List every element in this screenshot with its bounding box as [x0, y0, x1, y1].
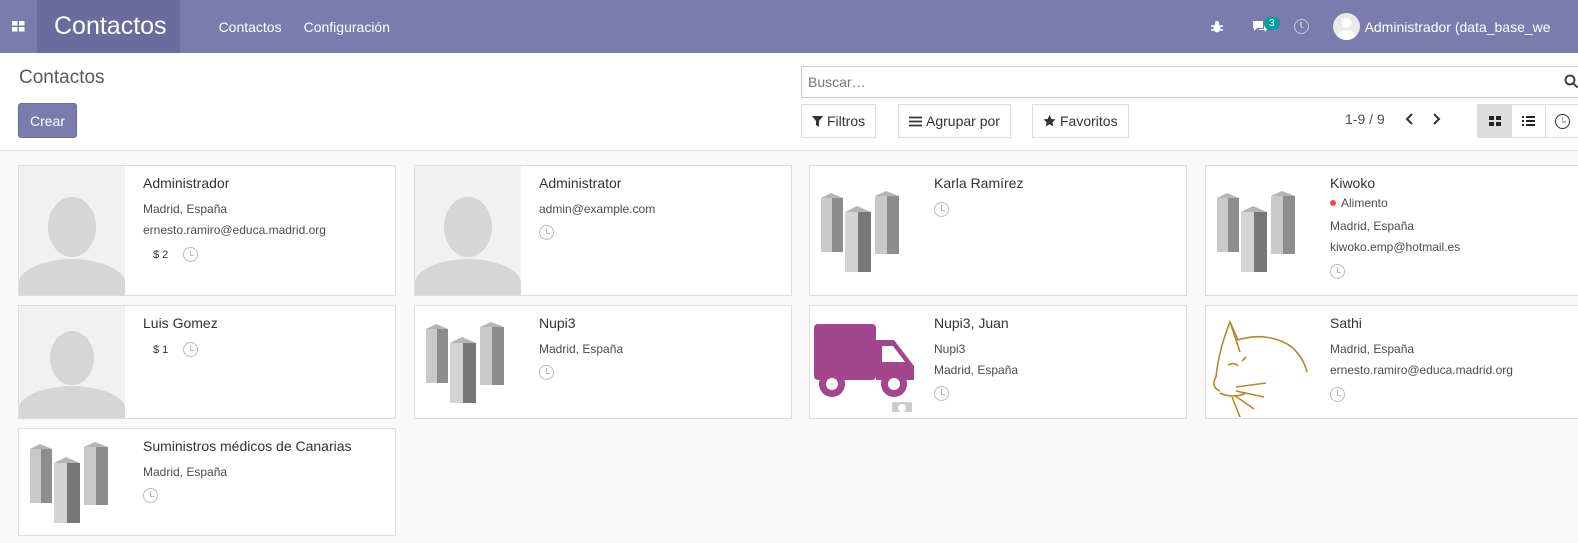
bug-icon[interactable]	[1210, 20, 1224, 34]
contact-location: Madrid, España	[539, 342, 624, 356]
clock-icon	[1555, 113, 1570, 129]
messages-badge: 3	[1264, 17, 1280, 30]
user-name: Administrador (data_base_we	[1364, 18, 1551, 35]
person-placeholder-image	[415, 166, 521, 295]
user-menu[interactable]: Administrador (data_base_we	[1332, 13, 1551, 40]
activity-clock-icon[interactable]	[143, 488, 158, 503]
sales-count-badge[interactable]: $ 1	[153, 344, 168, 356]
main-navbar: Contactos Contactos Configuración 3 Admi…	[0, 0, 1578, 53]
company-buildings-image	[810, 166, 916, 295]
activity-clock-icon[interactable]	[1293, 19, 1309, 34]
person-placeholder-image	[19, 306, 125, 418]
activity-clock-icon[interactable]	[183, 342, 199, 357]
kanban-card[interactable]: Kiwoko Alimento Madrid, España kiwoko.em…	[1205, 165, 1578, 296]
contact-location: Madrid, España	[1330, 219, 1415, 233]
kanban-icon	[1488, 116, 1501, 126]
groupby-label: Agrupar por	[926, 113, 1000, 129]
company-buildings-image	[1206, 166, 1312, 295]
contact-name: Luis Gomez	[143, 315, 218, 331]
search-input[interactable]: Buscar…	[801, 66, 1578, 98]
search-icon[interactable]	[1564, 74, 1578, 88]
list-view-button[interactable]	[1511, 104, 1546, 138]
star-icon	[1043, 115, 1056, 127]
tag-label: Alimento	[1341, 196, 1388, 210]
filters-button[interactable]: Filtros	[801, 104, 877, 138]
kanban-card[interactable]: Luis Gomez $ 1	[18, 305, 396, 419]
contact-email: ernesto.ramiro@educa.madrid.org	[143, 223, 326, 237]
contact-name: Suministros médicos de Canarias	[143, 438, 352, 454]
kanban-card[interactable]: Sathi Madrid, España ernesto.ramiro@educ…	[1205, 305, 1578, 419]
contact-name: Nupi3	[539, 315, 576, 331]
contact-email: admin@example.com	[539, 202, 656, 216]
grid-icon	[12, 21, 25, 32]
search-placeholder: Buscar…	[808, 74, 866, 90]
favorites-label: Favoritos	[1060, 113, 1118, 129]
kanban-card[interactable]: Administrator admin@example.com	[414, 165, 792, 296]
contact-name: Administrador	[143, 175, 230, 191]
contact-name: Administrator	[539, 175, 622, 191]
truck-logo-image	[810, 306, 916, 418]
create-button[interactable]: Crear	[18, 103, 77, 138]
activity-view-button[interactable]	[1545, 104, 1578, 138]
systray: 3 Administrador (data_base_we	[1210, 0, 1551, 53]
kanban-card[interactable]: Suministros médicos de Canarias Madrid, …	[18, 428, 396, 536]
contact-name: Kiwoko	[1330, 175, 1376, 191]
breadcrumb: Contactos	[19, 67, 105, 88]
filters-label: Filtros	[827, 113, 866, 129]
chevron-right-icon[interactable]	[1431, 112, 1441, 126]
activity-clock-icon[interactable]	[539, 365, 554, 380]
avatar	[1332, 13, 1360, 40]
top-menu: Contactos Configuración	[219, 19, 412, 35]
activity-clock-icon[interactable]	[934, 386, 949, 401]
activity-clock-icon[interactable]	[183, 247, 199, 262]
contact-location: Madrid, España	[143, 202, 228, 216]
bars-icon	[909, 116, 922, 126]
contact-name: Sathi	[1330, 315, 1362, 331]
activity-clock-icon[interactable]	[934, 202, 949, 217]
company-buildings-image	[19, 429, 125, 535]
cat-drawing-image	[1206, 306, 1312, 418]
contact-location: Madrid, España	[1330, 342, 1415, 356]
category-tag: Alimento	[1330, 196, 1578, 210]
sales-count-badge[interactable]: $ 2	[153, 249, 168, 261]
app-brand[interactable]: Contactos	[37, 0, 180, 53]
company-buildings-image	[415, 306, 521, 418]
messaging-menu[interactable]: 3	[1252, 17, 1280, 34]
activity-clock-icon[interactable]	[1330, 387, 1345, 402]
contact-name: Karla Ramírez	[934, 175, 1024, 191]
menu-item-contactos[interactable]: Contactos	[219, 19, 282, 35]
chevron-left-icon[interactable]	[1405, 112, 1415, 126]
contact-location: Madrid, España	[143, 465, 228, 479]
contact-name: Nupi3, Juan	[934, 315, 1009, 331]
activity-clock-icon[interactable]	[539, 225, 554, 240]
pager: 1-9 / 9	[1345, 111, 1441, 127]
apps-menu-button[interactable]	[0, 0, 37, 53]
contact-email: kiwoko.emp@hotmail.es	[1330, 240, 1461, 254]
tag-color-dot	[1330, 200, 1336, 206]
person-placeholder-image	[19, 166, 125, 295]
kanban-card[interactable]: Administrador Madrid, España ernesto.ram…	[18, 165, 396, 296]
control-panel: Contactos Crear Buscar… Filtros Agrupar …	[0, 53, 1578, 151]
favorites-button[interactable]: Favoritos	[1032, 104, 1129, 138]
list-icon	[1522, 116, 1535, 126]
groupby-button[interactable]: Agrupar por	[898, 104, 1011, 138]
activity-clock-icon[interactable]	[1330, 264, 1345, 279]
contact-company: Nupi3	[934, 342, 966, 356]
view-switcher	[1477, 104, 1578, 138]
pager-value[interactable]: 1-9 / 9	[1345, 111, 1385, 127]
menu-item-configuracion[interactable]: Configuración	[304, 19, 390, 35]
kanban-card[interactable]: Karla Ramírez	[809, 165, 1187, 296]
kanban-view-button[interactable]	[1477, 104, 1512, 138]
contact-location: Madrid, España	[934, 363, 1019, 377]
filter-icon	[812, 115, 823, 127]
kanban-card[interactable]: Nupi3 Madrid, España	[414, 305, 792, 419]
contact-email: ernesto.ramiro@educa.madrid.org	[1330, 363, 1513, 377]
kanban-view: Administrador Madrid, España ernesto.ram…	[0, 152, 1578, 543]
kanban-card[interactable]: Nupi3, Juan Nupi3 Madrid, España	[809, 305, 1187, 419]
